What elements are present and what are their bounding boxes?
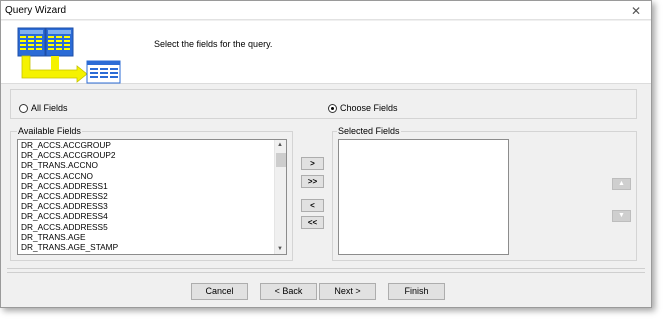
instruction-text: Select the fields for the query. [154,39,273,49]
move-down-button[interactable]: ▼ [612,210,631,222]
scroll-thumb[interactable] [276,153,286,167]
available-field-item[interactable]: DR_TRANS.ACCNO [18,160,286,170]
all-fields-radio[interactable] [19,104,28,113]
available-field-item[interactable]: DR_TRANS.AGE_STAMP [18,242,286,252]
available-fields-items: DR_ACCS.ACCGROUP DR_ACCS.ACCGROUP2 DR_TRAN… [18,140,286,252]
choose-fields-label: Choose Fields [340,103,398,113]
wizard-banner: Select the fields for the query. [1,21,651,84]
available-field-item[interactable]: DR_ACCS.ADDRESS2 [18,191,286,201]
finish-button[interactable]: Finish [388,283,445,300]
available-field-item[interactable]: DR_ACCS.ADDRESS4 [18,211,286,221]
selection-mode-panel: All Fields Choose Fields [10,89,637,119]
available-field-item[interactable]: DR_ACCS.ADDRESS3 [18,201,286,211]
selected-fields-group: Selected Fields ▲ ▼ [332,126,637,261]
available-field-item[interactable]: DR_ACCS.ACCGROUP2 [18,150,286,160]
selected-fields-label: Selected Fields [337,126,401,136]
move-up-button[interactable]: ▲ [612,178,631,190]
available-field-item[interactable]: DR_ACCS.ACCGROUP [18,140,286,150]
footer-divider-top [7,268,645,269]
available-fields-label: Available Fields [17,126,82,136]
selected-fields-list[interactable] [338,139,509,255]
cancel-button[interactable]: Cancel [191,283,248,300]
wizard-tables-icon [17,27,121,84]
available-field-item[interactable]: DR_ACCS.ACCNO [18,171,286,181]
close-icon[interactable]: ✕ [631,4,641,18]
available-fields-scrollbar[interactable]: ▲ ▼ [274,140,286,254]
scroll-down-icon[interactable]: ▼ [277,246,283,252]
available-field-item[interactable]: DR_ACCS.ADDRESS5 [18,222,286,232]
title-bar: Query Wizard ✕ [1,1,651,20]
available-field-item[interactable]: DR_ACCS.ADDRESS1 [18,181,286,191]
scroll-up-icon[interactable]: ▲ [277,142,283,148]
back-button[interactable]: < Back [260,283,317,300]
add-all-fields-button[interactable]: >> [301,175,324,188]
query-wizard-window: Query Wizard ✕ Select the fields for the… [0,0,652,308]
footer-divider-bottom [7,272,645,273]
available-field-item[interactable]: DR_TRANS.AGE [18,232,286,242]
remove-field-button[interactable]: < [301,199,324,212]
available-fields-list[interactable]: DR_ACCS.ACCGROUP DR_ACCS.ACCGROUP2 DR_TRAN… [17,139,287,255]
next-button[interactable]: Next > [319,283,376,300]
arrow-up-icon: ▲ [618,180,625,187]
add-field-button[interactable]: > [301,157,324,170]
arrow-down-icon: ▼ [618,212,625,219]
window-title: Query Wizard [5,5,67,16]
all-fields-label: All Fields [31,103,68,113]
available-fields-group: Available Fields DR_ACCS.ACCGROUP DR_ACCS… [10,126,293,261]
choose-fields-radio[interactable] [328,104,337,113]
remove-all-fields-button[interactable]: << [301,216,324,229]
